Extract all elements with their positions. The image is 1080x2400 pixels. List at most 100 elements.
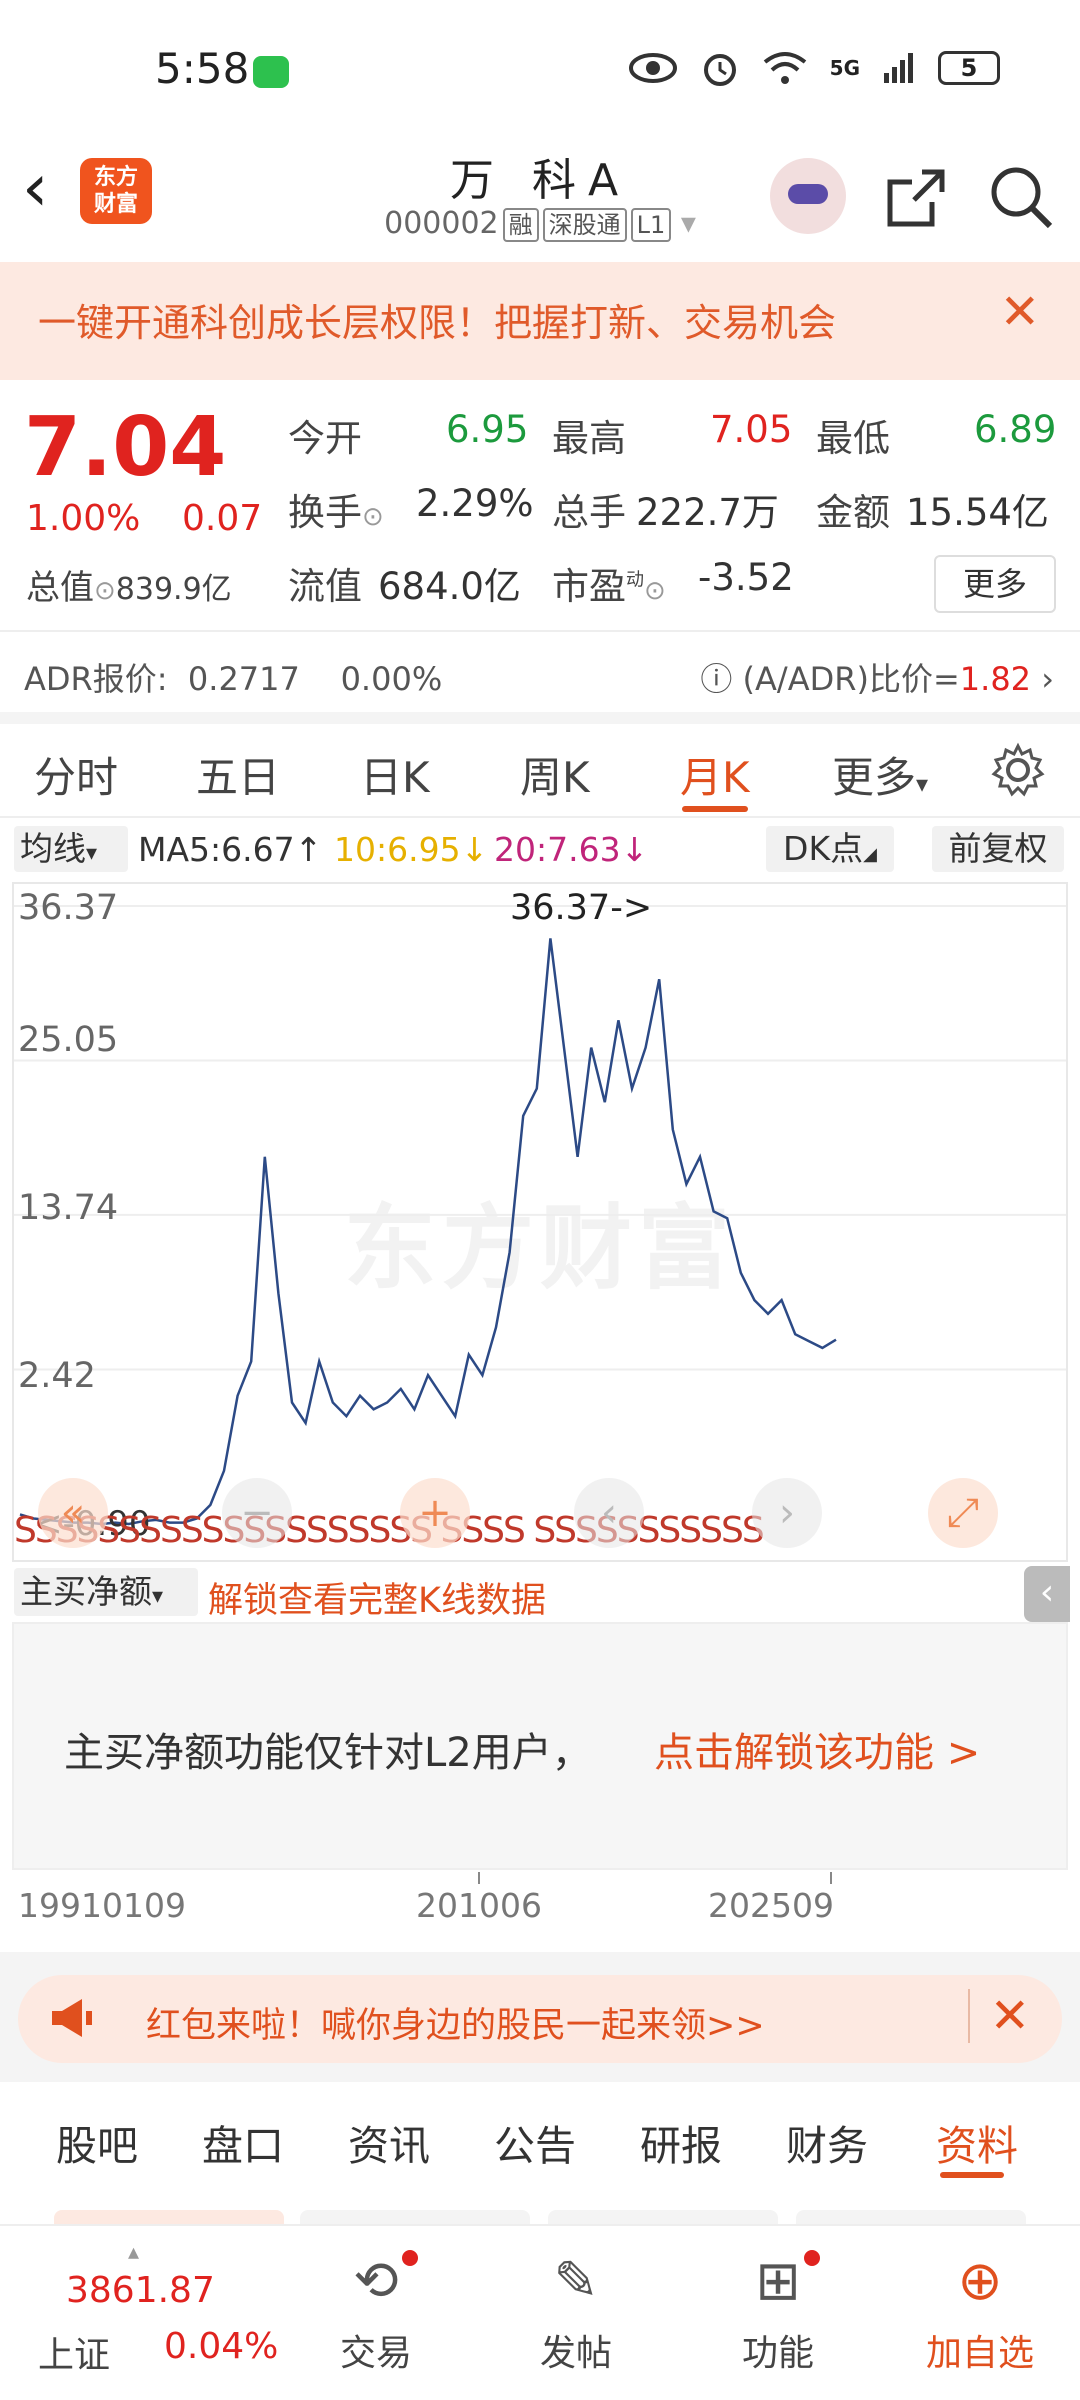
l2-notice-text: 主买净额功能仅针对L2用户，	[64, 1730, 592, 1776]
red-packet-text: 红包来啦！喊你身边的股民一起来领>>	[146, 2006, 765, 2046]
kline-chart[interactable]: 东方财富 36.37 25.05 13.74 2.42 36.37-> <-0.…	[12, 882, 1068, 1562]
scroll-left-button[interactable]: ‹	[574, 1478, 644, 1548]
tab-monthly-k[interactable]: 月K	[680, 744, 750, 805]
date-label: 201006	[416, 1886, 542, 1925]
yen-trade-icon: ⟲	[306, 2246, 446, 2316]
tab-weekly-k[interactable]: 周K	[520, 744, 590, 805]
collapse-side-tab[interactable]: ‹	[1024, 1566, 1070, 1622]
rewind-button[interactable]: «	[38, 1478, 108, 1548]
l2-unlock-link[interactable]: 点击解锁该功能 >	[654, 1720, 980, 1778]
dk-point-button[interactable]: DK点◢	[766, 826, 894, 872]
info-icon[interactable]: ⊙	[644, 576, 666, 606]
trade-button[interactable]: ⟲ 交易	[306, 2246, 446, 2376]
caret-down-icon: ▾	[86, 841, 98, 866]
status-bar: 5:58 5G 5	[0, 0, 1080, 140]
tab-guba[interactable]: 股吧	[56, 2112, 138, 2172]
caret-up-icon: ▴	[128, 2240, 140, 2265]
adr-label: ADR报价:	[24, 660, 168, 698]
adr-price: 0.2717	[187, 660, 300, 698]
net-buy-select[interactable]: 主买净额▾	[14, 1568, 198, 1616]
price-line-chart	[14, 905, 1066, 1526]
open-label: 今开	[288, 417, 362, 460]
date-label: 202509	[708, 1886, 834, 1925]
assistant-robot-icon[interactable]	[770, 158, 846, 234]
post-label: 发帖	[539, 2333, 612, 2374]
add-watchlist-label: 加自选	[925, 2333, 1034, 2374]
fullscreen-icon[interactable]: ⤢	[928, 1478, 998, 1548]
tab-research[interactable]: 研报	[640, 2112, 722, 2172]
scroll-right-button[interactable]: ›	[752, 1478, 822, 1548]
settings-gear-icon[interactable]	[990, 742, 1046, 798]
search-icon[interactable]	[988, 164, 1054, 230]
tab-more[interactable]: 更多▾	[832, 744, 928, 805]
zoom-out-button[interactable]: −	[222, 1478, 292, 1548]
tab-profile[interactable]: 资料	[936, 2112, 1018, 2172]
functions-button[interactable]: ⊞ 功能	[708, 2246, 848, 2376]
y-tick-label: 25.05	[18, 1020, 119, 1060]
change-percent: 1.00%	[26, 498, 141, 539]
ma10-value: 10:6.95↓	[334, 830, 489, 869]
status-icons: 5G 5	[628, 48, 1000, 88]
caret-down-icon: ▾	[152, 1584, 164, 1609]
megaphone-icon	[52, 1999, 92, 2037]
signal-markers: SSSSSSSSSSSSSSSSSSSS SSSS SSSSSSSSSSS	[14, 1510, 765, 1551]
chevron-down-icon[interactable]: ▾	[681, 206, 696, 241]
adjust-button[interactable]: 前复权	[932, 826, 1064, 872]
tab-intraday[interactable]: 分时	[34, 744, 118, 805]
tab-five-day[interactable]: 五日	[196, 744, 280, 805]
stock-code: 000002	[384, 206, 499, 241]
ma20-text: 20:7.63	[494, 830, 621, 869]
info-icon[interactable]: ⊙	[362, 502, 384, 532]
wifi-icon	[763, 52, 806, 84]
tab-announcements[interactable]: 公告	[494, 2112, 576, 2172]
y-tick-label: 13.74	[18, 1188, 119, 1228]
total-mv-label: 总值	[26, 568, 94, 608]
post-button[interactable]: ✎ 发帖	[506, 2246, 646, 2376]
grid-icon: ⊞	[708, 2246, 848, 2316]
tab-daily-k[interactable]: 日K	[360, 744, 430, 805]
high-marker: 36.37->	[510, 888, 653, 928]
adr-left: ADR报价: 0.2717 0.00%	[24, 654, 442, 700]
index-value: 3861.87	[66, 2270, 215, 2311]
share-icon[interactable]	[884, 166, 948, 230]
connect-tag: 深股通	[542, 208, 627, 242]
close-icon[interactable]: ✕	[1000, 284, 1040, 340]
promo-banner-text: 一键开通科创成长层权限！把握打新、交易机会	[38, 301, 837, 345]
unlock-kline-link[interactable]: 解锁查看完整K线数据	[208, 1572, 546, 1623]
alarm-icon	[703, 54, 736, 86]
kline-tabs: 分时 五日 日K 周K 月K 更多▾	[0, 724, 1080, 818]
red-packet-banner[interactable]: 红包来啦！喊你身边的股民一起来领>> ✕	[18, 1975, 1062, 2063]
pe-label-text: 市盈	[552, 565, 626, 608]
caret-down-icon: ▾	[916, 770, 929, 798]
info-tabs: 股吧 盘口 资讯 公告 研报 财务 资料	[0, 2082, 1080, 2190]
functions-label: 功能	[741, 2333, 814, 2374]
content-chip	[796, 2210, 1026, 2224]
turnover-value: 2.29%	[416, 482, 534, 525]
amount-value: 15.54亿	[906, 491, 1049, 534]
volume-value: 222.7万	[636, 491, 779, 534]
volume-label: 总手	[552, 491, 626, 534]
dk-label: DK点	[783, 829, 864, 868]
question-icon[interactable]: ⓘ	[700, 660, 732, 698]
adr-pct: 0.00%	[340, 660, 443, 698]
info-icon[interactable]: ⊙	[94, 576, 116, 606]
total-mv-value: 839.9亿	[115, 572, 232, 607]
tab-news[interactable]: 资讯	[348, 2112, 430, 2172]
y-tick-label: 36.37	[18, 888, 119, 928]
indicator-select[interactable]: 均线▾	[14, 826, 128, 872]
more-button[interactable]: 更多	[934, 555, 1056, 613]
add-watchlist-button[interactable]: ⊕ 加自选	[910, 2246, 1050, 2376]
tab-financials[interactable]: 财务	[786, 2112, 868, 2172]
tab-order-book[interactable]: 盘口	[202, 2112, 284, 2172]
close-icon[interactable]: ✕	[967, 1989, 1030, 2043]
net-buy-select-label: 主买净额	[20, 1572, 152, 1611]
promo-banner[interactable]: 一键开通科创成长层权限！把握打新、交易机会 ✕	[0, 262, 1080, 380]
signal-icon	[884, 53, 913, 83]
adr-row[interactable]: ADR报价: 0.2717 0.00% ⓘ (A/ADR)比价=1.82 ›	[0, 630, 1080, 712]
total-market-value: 总值⊙839.9亿	[26, 560, 232, 609]
turnover-label-text: 换手	[288, 491, 362, 534]
net-buy-row: 主买净额▾ 解锁查看完整K线数据	[12, 1562, 1068, 1622]
ma20-value: 20:7.63↓	[494, 830, 649, 869]
zoom-in-button[interactable]: +	[400, 1478, 470, 1548]
adr-ratio-value: 1.82	[959, 660, 1032, 698]
